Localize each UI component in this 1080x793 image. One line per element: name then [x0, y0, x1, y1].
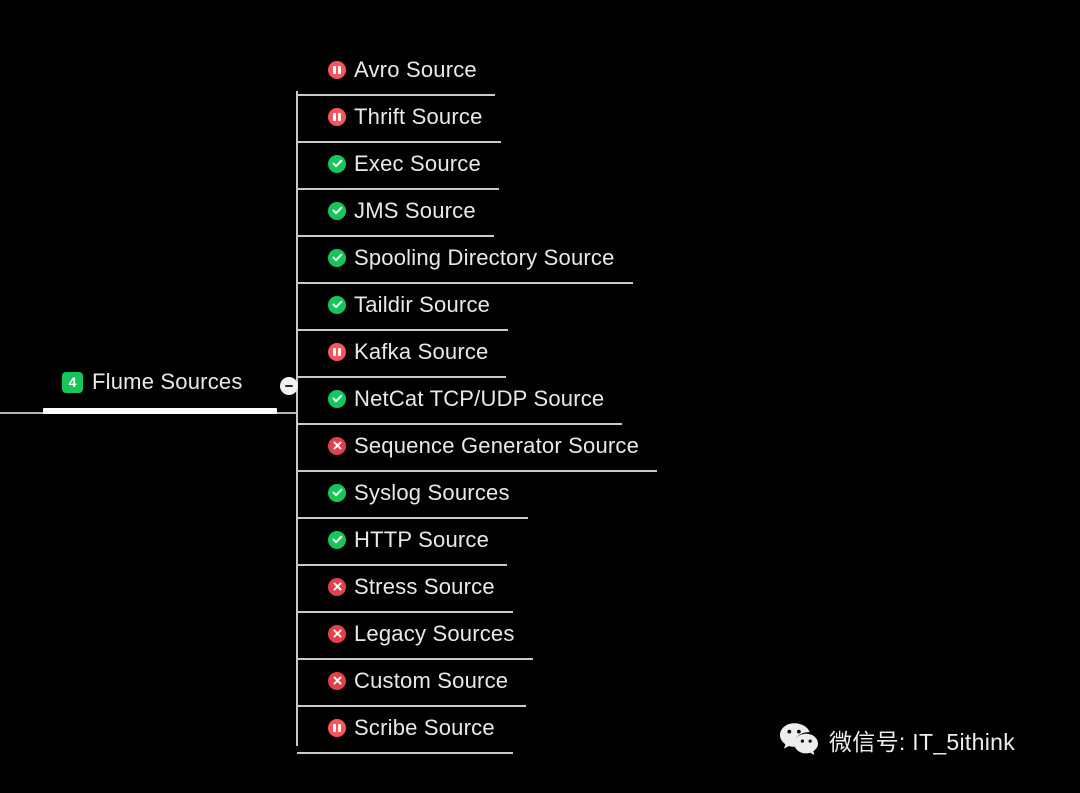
mindmap-node-body: Sequence Generator Source [297, 428, 658, 472]
mindmap-node-body: Kafka Source [297, 334, 507, 378]
root-node-label: Flume Sources [92, 369, 243, 394]
mindmap-node[interactable]: Avro Source [297, 50, 495, 97]
mindmap-node[interactable]: JMS Source [297, 191, 494, 238]
mindmap-node-body: JMS Source [297, 193, 494, 237]
check-circle-icon [328, 295, 346, 314]
mindmap-node-body: Thrift Source [297, 99, 501, 143]
watermark-text: 微信号: IT_5ithink [829, 729, 1015, 755]
check-circle-icon [328, 248, 346, 267]
mindmap-node-label: Avro Source [354, 56, 477, 82]
mindmap-node[interactable]: Spooling Directory Source [297, 238, 633, 285]
mindmap-node-body: Exec Source [297, 146, 499, 190]
mindmap-node[interactable]: Stress Source [297, 567, 513, 614]
mindmap-node-label: Scribe Source [354, 714, 495, 740]
mindmap-node-body: Spooling Directory Source [297, 240, 633, 284]
collapse-toggle-button[interactable] [280, 377, 298, 395]
mindmap-node-body: Taildir Source [297, 287, 509, 331]
mindmap-node-label: Legacy Sources [354, 620, 515, 646]
cross-circle-icon [328, 624, 346, 643]
pause-circle-icon [328, 60, 346, 79]
mindmap-node-label: Custom Source [354, 667, 509, 693]
mindmap-canvas: 4 Flume Sources Avro Source Thrift Source… [0, 0, 1080, 793]
mindmap-node-label: HTTP Source [354, 526, 490, 552]
mindmap-node-body: NetCat TCP/UDP Source [297, 381, 623, 425]
cross-circle-icon [328, 436, 346, 455]
mindmap-node-body: Scribe Source [297, 710, 513, 754]
mindmap-node-body: Custom Source [297, 663, 527, 707]
root-node-underline [43, 408, 277, 414]
root-node[interactable]: 4 Flume Sources [62, 369, 243, 395]
pause-circle-icon [328, 718, 346, 737]
mindmap-node-label: Spooling Directory Source [354, 244, 615, 270]
mindmap-node[interactable]: Kafka Source [297, 332, 507, 379]
mindmap-node-body: HTTP Source [297, 522, 508, 566]
wechat-logo-icon [780, 723, 818, 755]
mindmap-node[interactable]: Thrift Source [297, 97, 501, 144]
check-circle-icon [328, 154, 346, 173]
mindmap-node[interactable]: Custom Source [297, 661, 527, 708]
mindmap-node[interactable]: Sequence Generator Source [297, 426, 658, 473]
check-circle-icon [328, 530, 346, 549]
mindmap-node[interactable]: NetCat TCP/UDP Source [297, 379, 623, 426]
mindmap-node-label: Taildir Source [354, 291, 491, 317]
pause-circle-icon [328, 342, 346, 361]
check-circle-icon [328, 389, 346, 408]
mindmap-node[interactable]: HTTP Source [297, 520, 508, 567]
minus-icon [285, 385, 293, 387]
mindmap-node-label: Syslog Sources [354, 479, 510, 505]
mindmap-node-label: Exec Source [354, 150, 481, 176]
mindmap-node-label: Kafka Source [354, 338, 489, 364]
mindmap-node-label: Thrift Source [354, 103, 483, 129]
mindmap-node-label: NetCat TCP/UDP Source [354, 385, 605, 411]
mindmap-node[interactable]: Syslog Sources [297, 473, 528, 520]
mindmap-node-body: Avro Source [297, 52, 495, 96]
child-count-badge: 4 [62, 371, 83, 393]
mindmap-node-body: Syslog Sources [297, 475, 528, 519]
mindmap-node[interactable]: Exec Source [297, 144, 499, 191]
check-circle-icon [328, 483, 346, 502]
cross-circle-icon [328, 577, 346, 596]
mindmap-node[interactable]: Scribe Source [297, 708, 513, 755]
cross-circle-icon [328, 671, 346, 690]
mindmap-node[interactable]: Legacy Sources [297, 614, 533, 661]
watermark: 微信号: IT_5ithink [779, 722, 1015, 758]
mindmap-node[interactable]: Taildir Source [297, 285, 509, 332]
mindmap-node-body: Stress Source [297, 569, 513, 613]
pause-circle-icon [328, 107, 346, 126]
mindmap-node-label: JMS Source [354, 197, 476, 223]
check-circle-icon [328, 201, 346, 220]
mindmap-node-label: Sequence Generator Source [354, 432, 640, 458]
mindmap-node-body: Legacy Sources [297, 616, 533, 660]
mindmap-node-label: Stress Source [354, 573, 495, 599]
